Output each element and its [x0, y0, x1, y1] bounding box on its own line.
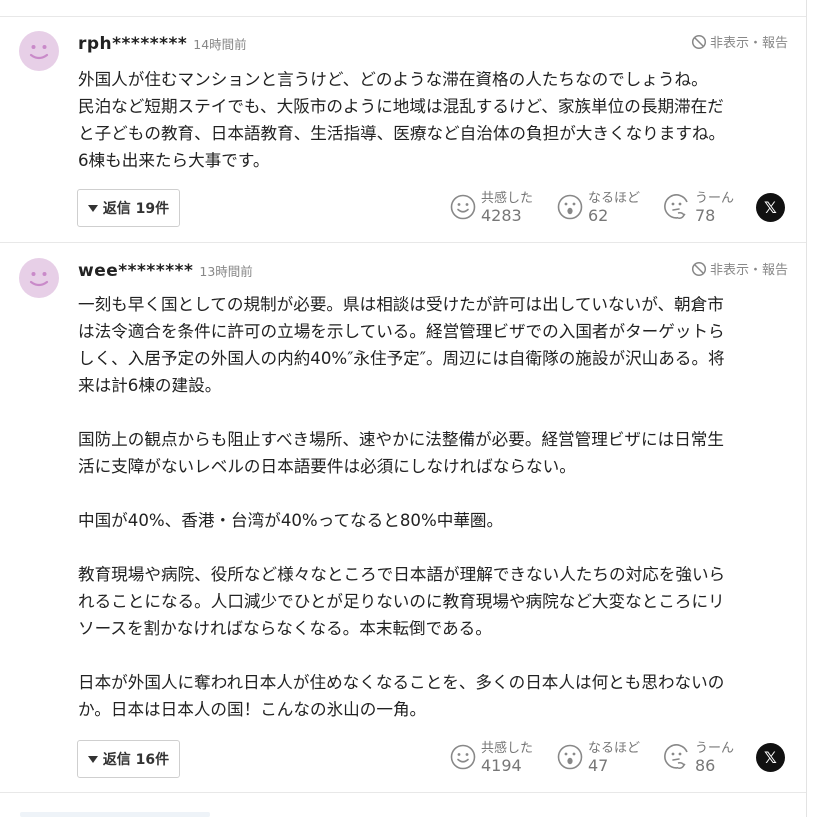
reaction-bar: 共感した 4194 なるほど 47 うーん 86 𝕏	[449, 740, 785, 774]
comment-line: か。日本は日本人の国！こんなの氷山の一角。	[78, 700, 427, 719]
comment-line: 国防上の観点からも阻止すべき場所、速やかに法整備が必要。経営管理ビザには日常生	[78, 430, 724, 449]
share-x-button[interactable]: 𝕏	[756, 192, 785, 222]
x-logo-icon: 𝕏	[764, 747, 777, 767]
reaction-hmm-button[interactable]: うーん 86	[663, 740, 756, 774]
block-icon	[691, 261, 707, 276]
reaction-label: うーん	[695, 741, 735, 756]
reaction-count: 86	[695, 756, 716, 775]
surprised-icon	[557, 744, 583, 770]
reaction-label: うーん	[695, 191, 735, 206]
x-logo-icon: 𝕏	[764, 197, 777, 217]
caret-down-icon	[87, 755, 98, 763]
reaction-count: 78	[695, 206, 716, 225]
reaction-count: 4283	[481, 206, 522, 225]
reaction-count: 47	[588, 756, 609, 775]
comment-line: は法令適合を条件に許可の立場を示している。経営管理ビザでの入国者がターゲットら	[78, 322, 725, 341]
username[interactable]: wee********	[78, 261, 193, 281]
next-comment-peek	[20, 812, 210, 817]
comment-line: しく、入居予定の外国人の内約40%″永住予定″。周辺には自衛隊の施設が沢山ある。…	[78, 349, 725, 368]
reaction-label: 共感した	[481, 191, 534, 206]
comment-panel: rph******** 14時間前 非表示・報告 外国人が住むマンションと言うけ…	[0, 0, 808, 817]
hide-report-link[interactable]: 非表示・報告	[691, 259, 788, 278]
comment-item: rph******** 14時間前 非表示・報告 外国人が住むマンションと言うけ…	[0, 16, 806, 242]
reaction-empathy-button[interactable]: 共感した 4283	[449, 190, 556, 224]
comment-body: 外国人が住むマンションと言うけど、どのような滞在資格の人たちなのでしょうね。 民…	[78, 66, 790, 174]
thinking-icon	[664, 194, 688, 219]
reaction-hmm-button[interactable]: うーん 78	[663, 190, 756, 224]
panel-border	[806, 0, 807, 817]
reaction-empathy-button[interactable]: 共感した 4194	[449, 740, 556, 774]
comment-line: 教育現場や病院、役所など様々なところで日本語が理解できない人たちの対応を強いら	[78, 565, 726, 584]
comment-line: 一刻も早く国としての規制が必要。県は相談は受けたが許可は出していないが、朝倉市	[78, 295, 724, 314]
avatar[interactable]	[19, 31, 59, 71]
smiley-avatar-icon	[29, 272, 49, 287]
thinking-icon	[664, 744, 688, 769]
comment-header: rph******** 14時間前	[78, 34, 247, 54]
smiley-avatar-icon	[29, 45, 49, 60]
username[interactable]: rph********	[78, 34, 187, 54]
reaction-count: 62	[588, 206, 609, 225]
hide-report-label: 非表示・報告	[709, 36, 788, 51]
comment-line: 日本が外国人に奪われ日本人が住めなくなることを、多くの日本人は何とも思わないの	[78, 673, 725, 692]
smile-icon	[450, 744, 476, 770]
comment-line: 外国人が住むマンションと言うけど、どのような滞在資格の人たちなのでしょうね。	[78, 70, 708, 89]
caret-down-icon	[87, 204, 98, 212]
comment-line: ソースを割かなければならなくなる。本末転倒である。	[78, 619, 492, 638]
avatar[interactable]	[19, 258, 59, 298]
reaction-label: なるほど	[588, 191, 641, 206]
reaction-bar: 共感した 4283 なるほど 62 うーん 78 𝕏	[449, 190, 785, 224]
reply-count-label: 返信 16件	[102, 752, 170, 768]
reaction-insight-button[interactable]: なるほど 47	[556, 740, 663, 774]
reaction-label: なるほど	[588, 741, 641, 756]
comment-line: れることになる。人口減少でひとが足りないのに教育現場や病院など大変なところにリ	[78, 592, 725, 611]
reaction-label: 共感した	[481, 741, 534, 756]
reply-toggle-button[interactable]: 返信 19件	[77, 189, 180, 227]
reaction-insight-button[interactable]: なるほど 62	[556, 190, 663, 224]
comment-line: 民泊など短期ステイでも、大阪市のように地域は混乱するけど、家族単位の長期滞在だ	[78, 97, 724, 116]
comment-line: と子どもの教育、日本語教育、生活指導、医療など自治体の負担が大きくなりますね。	[78, 124, 726, 143]
smile-icon	[450, 194, 476, 220]
comment-line: 活に支障がないレベルの日本語要件は必須にしなければならない。	[78, 457, 576, 476]
comment-body: 一刻も早く国としての規制が必要。県は相談は受けたが許可は出していないが、朝倉市 …	[78, 291, 790, 723]
divider	[0, 792, 806, 793]
comment-header: wee******** 13時間前	[78, 261, 253, 281]
comment-line: 来は計6棟の建設。	[78, 376, 222, 395]
share-x-button[interactable]: 𝕏	[756, 742, 785, 772]
reply-count-label: 返信 19件	[102, 201, 170, 217]
reply-toggle-button[interactable]: 返信 16件	[77, 740, 180, 778]
surprised-icon	[557, 194, 583, 220]
block-icon	[691, 34, 707, 49]
timestamp: 14時間前	[193, 37, 247, 52]
comment-line: 中国が40%、香港・台湾が40%ってなると80%中華圏。	[78, 511, 504, 530]
hide-report-label: 非表示・報告	[709, 263, 788, 278]
timestamp: 13時間前	[199, 264, 253, 279]
comment-line: 6棟も出来たら大事です。	[78, 151, 270, 170]
hide-report-link[interactable]: 非表示・報告	[691, 32, 788, 51]
reaction-count: 4194	[481, 756, 522, 775]
comment-item: wee******** 13時間前 非表示・報告 一刻も早く国としての規制が必要…	[0, 243, 806, 792]
